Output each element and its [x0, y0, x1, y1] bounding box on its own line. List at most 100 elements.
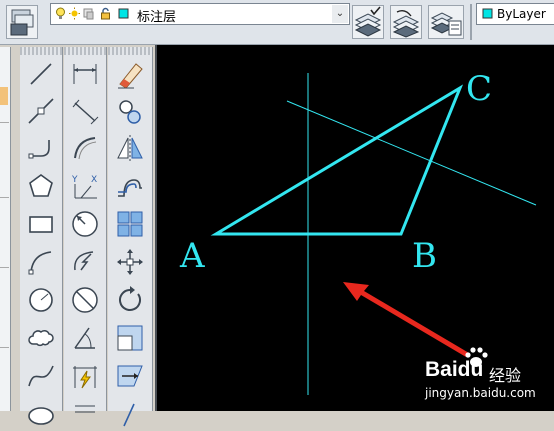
layer-previous-button[interactable] — [390, 5, 422, 39]
arc-length-icon — [74, 137, 97, 160]
watermark-experience: 经验 — [489, 366, 522, 385]
chevron-down-icon[interactable]: ⌄ — [332, 5, 348, 23]
circle-icon — [29, 288, 53, 312]
diameter-dimension-tool[interactable] — [67, 283, 103, 317]
polygon-tool[interactable] — [23, 169, 59, 203]
scale-icon — [117, 325, 143, 351]
spline-tool[interactable] — [23, 359, 59, 393]
stretch-tool[interactable] — [112, 359, 148, 393]
viewport-freeze-icon — [83, 8, 94, 20]
layer-states-icon — [430, 12, 462, 36]
layer-color-swatch — [118, 8, 129, 19]
layer-previous-icon — [392, 9, 420, 38]
ellipse-tool[interactable] — [23, 397, 59, 431]
vertex-label-a: A — [179, 236, 205, 276]
angular-icon — [74, 327, 95, 349]
aligned-dimension-icon — [72, 99, 99, 125]
erase-tool[interactable] — [112, 57, 148, 91]
color-dropdown[interactable]: ByLayer — [476, 3, 554, 25]
draw-toolbar — [20, 47, 63, 425]
watermark-brand: Baidu — [425, 358, 484, 381]
dimension-toolbar: YX — [64, 47, 107, 413]
revision-cloud-tool[interactable] — [23, 321, 59, 355]
xline-icon — [28, 98, 54, 124]
circle-tool[interactable] — [23, 283, 59, 317]
trim-icon — [123, 403, 135, 427]
command-palette-edge — [0, 47, 11, 411]
toolbar-grip[interactable] — [20, 47, 62, 55]
modify-toolbar — [108, 47, 153, 427]
rectangle-icon — [29, 216, 53, 233]
polyline-icon — [28, 140, 50, 159]
angular-dimension-tool[interactable] — [67, 321, 103, 355]
toolbar-grip[interactable] — [108, 47, 152, 55]
quick-dimension-tool[interactable] — [67, 359, 103, 393]
line-tool[interactable] — [23, 57, 59, 91]
mirror-tool[interactable] — [112, 131, 148, 165]
stretch-icon — [117, 365, 143, 387]
bylayer-color-swatch — [482, 8, 493, 19]
array-icon — [117, 211, 143, 237]
arc-icon — [28, 251, 52, 275]
jogged-icon — [74, 251, 94, 271]
line-icon — [30, 63, 52, 85]
diameter-icon — [72, 287, 98, 313]
spline-icon — [28, 365, 54, 387]
rotate-tool[interactable] — [112, 283, 148, 317]
sun-icon — [69, 7, 80, 20]
annotation-arrow — [343, 282, 469, 357]
current-layer-name: 标注层 — [137, 10, 177, 25]
toolbar-divider — [470, 4, 472, 40]
arc-length-tool[interactable] — [67, 131, 103, 165]
triangle-abc[interactable] — [210, 84, 464, 236]
lock-icon — [101, 7, 110, 20]
cloud-icon — [28, 330, 54, 347]
layer-states-button[interactable] — [428, 5, 464, 39]
move-tool[interactable] — [112, 245, 148, 279]
baseline-dimension-tool[interactable] — [67, 397, 103, 431]
svg-text:Y: Y — [71, 175, 78, 185]
top-toolbar: 标注层 ⌄ ByLayer — [0, 0, 554, 45]
offset-tool[interactable] — [112, 169, 148, 203]
radius-dimension-tool[interactable] — [67, 207, 103, 241]
watermark-url: jingyan.baidu.com — [425, 386, 536, 400]
trim-tool[interactable] — [112, 397, 148, 431]
baseline-icon — [75, 405, 95, 413]
mirror-icon — [117, 135, 143, 161]
array-tool[interactable] — [112, 207, 148, 241]
quick-dimension-icon — [73, 366, 97, 389]
linear-dimension-tool[interactable] — [67, 57, 103, 91]
vertex-label-b: B — [412, 236, 437, 276]
palette-edge-row — [0, 347, 9, 348]
ordinate-icon: YX — [71, 175, 97, 199]
rotate-icon — [119, 286, 141, 311]
ellipse-icon — [28, 407, 54, 425]
rectangle-tool[interactable] — [23, 207, 59, 241]
copy-tool[interactable] — [112, 94, 148, 128]
scale-tool[interactable] — [112, 321, 148, 355]
palette-edge-row — [0, 267, 9, 268]
offset-icon — [118, 179, 142, 197]
arc-tool[interactable] — [23, 245, 59, 279]
move-icon — [117, 249, 143, 275]
polyline-tool[interactable] — [23, 131, 59, 165]
vertex-label-c: C — [466, 69, 492, 109]
eraser-icon — [118, 63, 143, 89]
copy-icon — [119, 100, 141, 124]
layer-dropdown[interactable]: 标注层 ⌄ — [50, 3, 350, 25]
jogged-dimension-tool[interactable] — [67, 245, 103, 279]
ordinate-dimension-tool[interactable]: YX — [67, 169, 103, 203]
construction-line-tool[interactable] — [23, 94, 59, 128]
make-current-layer-button[interactable] — [352, 5, 384, 39]
layer-properties-button[interactable] — [6, 5, 38, 39]
radius-icon — [72, 211, 98, 237]
palette-edge-row — [0, 122, 9, 123]
palette-edge-orange — [0, 87, 8, 105]
toolbar-grip[interactable] — [64, 47, 106, 55]
linear-dimension-icon — [73, 64, 97, 84]
aligned-dimension-tool[interactable] — [67, 94, 103, 128]
svg-text:X: X — [91, 175, 97, 185]
layer-stack-icon — [10, 9, 34, 36]
bylayer-label: ByLayer — [497, 7, 546, 21]
layers-check-icon — [354, 6, 382, 37]
